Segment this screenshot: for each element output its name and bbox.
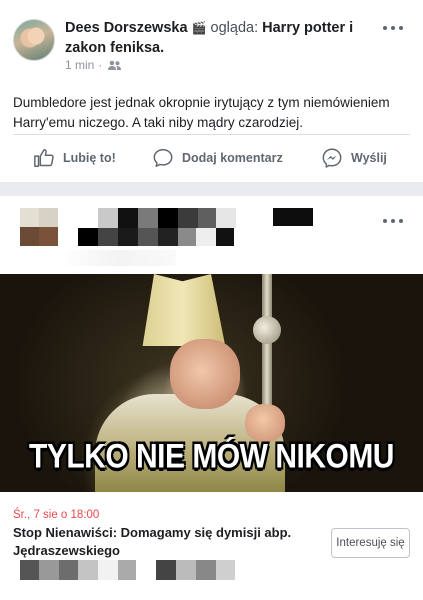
post-text: Dumbledore jest jednak okropnie irytując…	[13, 95, 390, 130]
feed-gap	[0, 182, 423, 196]
messenger-icon	[322, 148, 342, 168]
post-actions: Lubię to! Dodaj komentarz Wyślij	[0, 143, 423, 173]
separator-dot: ·	[98, 58, 103, 72]
meme-caption: TYLKO NIE MÓW NIKOMU	[29, 437, 394, 476]
more-options-icon[interactable]	[383, 216, 403, 226]
clapperboard-icon: 🎬	[191, 21, 207, 35]
share-button[interactable]: Wyślij	[321, 143, 387, 173]
face	[170, 339, 240, 409]
post-time[interactable]: 1 min	[65, 58, 94, 72]
post-header: Dees Dorszewska 🎬 ogląda: Harry potter i…	[65, 18, 365, 58]
post-card: Dees Dorszewska 🎬 ogląda: Harry potter i…	[0, 0, 423, 182]
interested-button[interactable]: Interesuję się	[331, 528, 410, 558]
event-date: Śr., 7 sie o 18:00	[13, 509, 100, 521]
crozier-knob	[253, 316, 281, 344]
comment-button[interactable]: Dodaj komentarz	[152, 143, 283, 173]
post-meta: 1 min ·	[65, 58, 122, 72]
mitre	[142, 274, 226, 346]
friends-icon	[108, 60, 122, 70]
hand	[245, 404, 285, 442]
comment-bubble-icon	[153, 149, 173, 167]
comment-label: Dodaj komentarz	[182, 151, 283, 165]
more-options-icon[interactable]	[383, 23, 403, 33]
divider	[13, 134, 410, 135]
post-card: TYLKO NIE MÓW NIKOMU Śr., 7 sie o 18:00 …	[0, 196, 423, 600]
author-name[interactable]: Dees Dorszewska	[65, 20, 188, 36]
author-avatar[interactable]	[13, 19, 55, 61]
activity-verb: ogląda:	[210, 20, 259, 36]
meme-image[interactable]: TYLKO NIE MÓW NIKOMU	[0, 274, 423, 492]
like-button[interactable]: Lubię to!	[33, 143, 116, 173]
event-title[interactable]: Stop Nienawiści: Domagamy się dymisji ab…	[13, 524, 313, 560]
like-label: Lubię to!	[63, 151, 116, 165]
share-label: Wyślij	[351, 151, 387, 165]
thumbs-up-icon	[34, 149, 54, 167]
